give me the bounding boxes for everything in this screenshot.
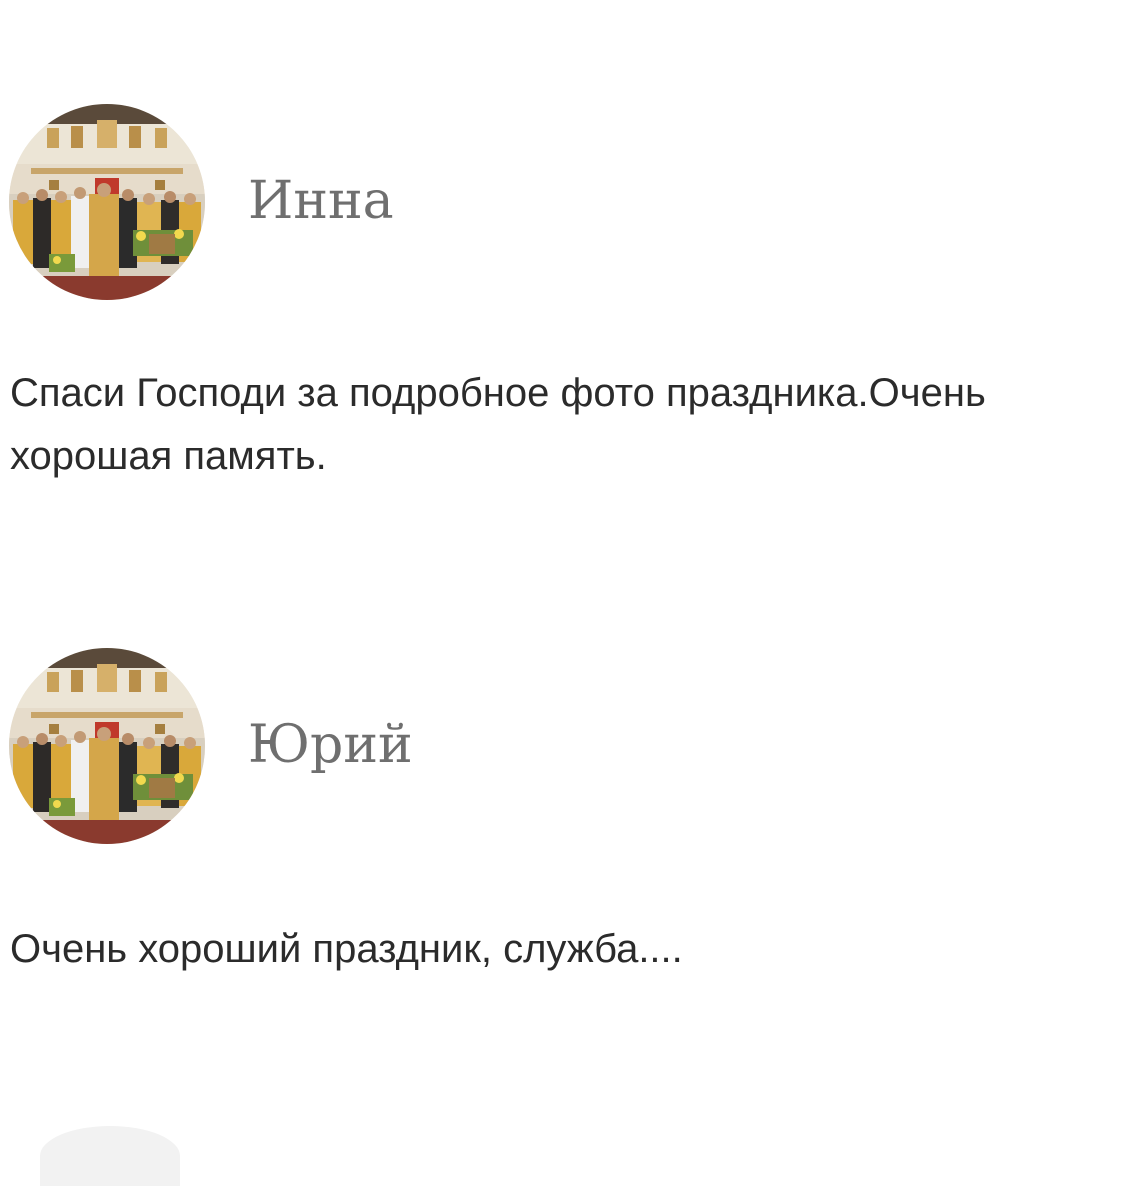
comment-header: Юрий — [0, 648, 1140, 846]
avatar-photo-icon — [9, 104, 205, 300]
avatar-photo-icon — [9, 648, 205, 844]
avatar[interactable] — [9, 648, 205, 844]
comment-text: Спаси Господи за подробное фото праздник… — [10, 371, 986, 478]
comment-item: Инна Спаси Господи за подробное фото пра… — [0, 104, 1140, 478]
comment-author[interactable]: Юрий — [248, 712, 413, 778]
avatar[interactable] — [40, 1126, 180, 1186]
avatar[interactable] — [9, 104, 205, 300]
comment-item: Юрий Очень хороший праздник, служба.... — [0, 648, 1140, 971]
comment-author[interactable]: Инна — [248, 168, 394, 234]
comment-text: Очень хороший праздник, служба.... — [10, 927, 683, 971]
comment-header: Инна — [0, 104, 1140, 302]
comments-list: Инна Спаси Господи за подробное фото пра… — [0, 0, 1140, 1186]
